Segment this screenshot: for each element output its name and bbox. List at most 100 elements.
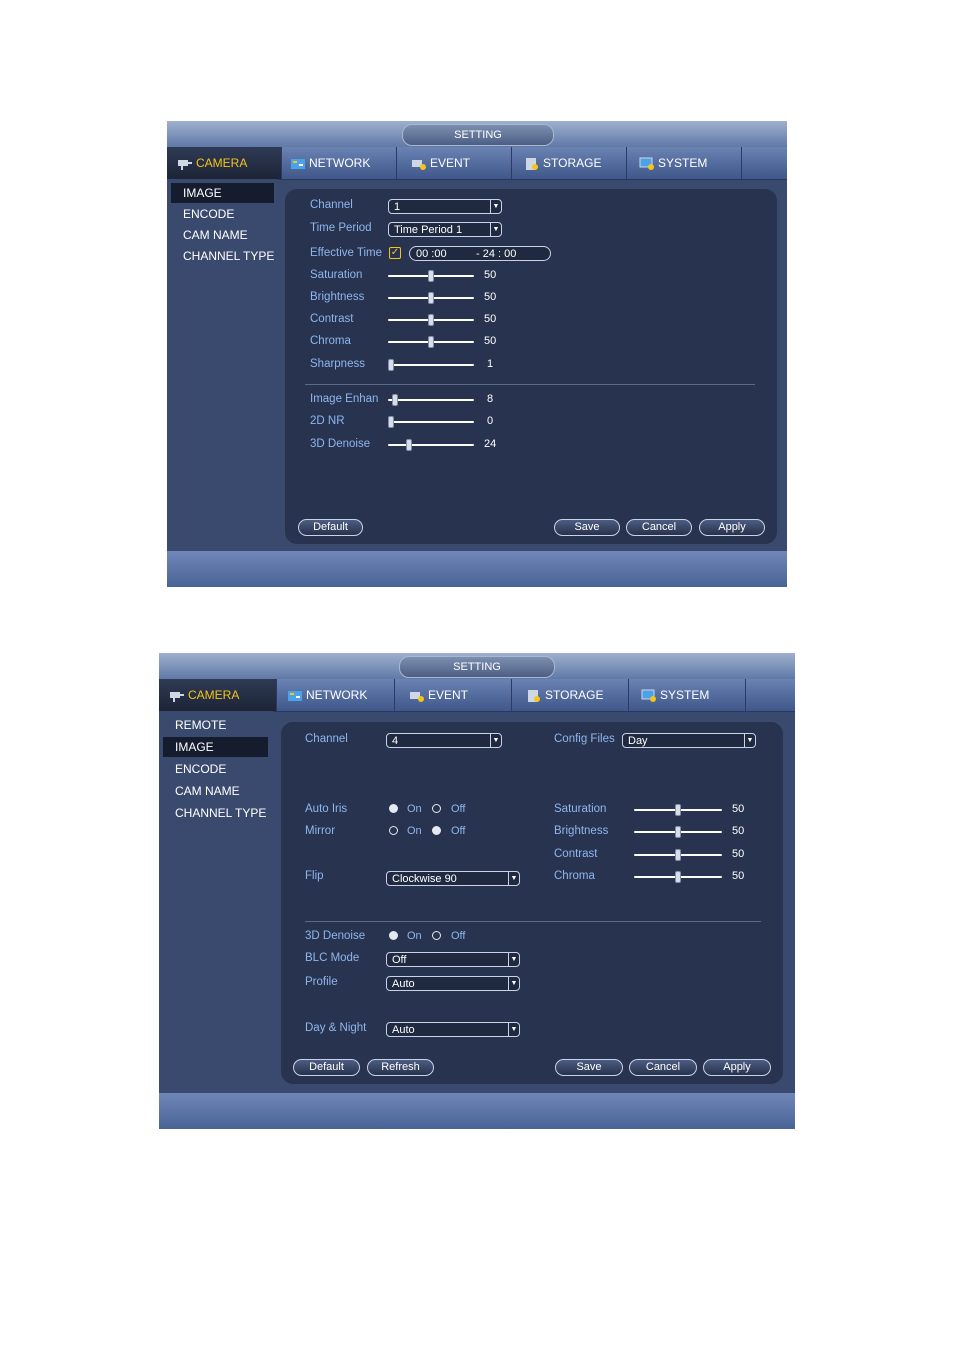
slider-value: 24 xyxy=(484,438,497,450)
time-start: 00 :00 xyxy=(416,248,447,260)
slider-saturation[interactable] xyxy=(634,804,722,816)
auto-iris-on-radio[interactable] xyxy=(389,804,398,813)
refresh-button[interactable]: Refresh xyxy=(367,1059,434,1076)
sidebar-item-encode[interactable]: ENCODE xyxy=(163,759,268,779)
channel-select[interactable]: 1 ▼ xyxy=(388,199,502,214)
slider-value: 50 xyxy=(484,335,497,347)
slider-image-enhan[interactable] xyxy=(388,394,474,406)
slider-thumb[interactable] xyxy=(405,439,412,451)
tab-network[interactable]: NETWORK xyxy=(282,147,397,179)
slider-thumb[interactable] xyxy=(428,336,434,348)
mirror-off-radio[interactable] xyxy=(432,826,441,835)
network-icon xyxy=(291,158,305,169)
config-files-select[interactable]: Day ▼ xyxy=(622,733,756,748)
slider-3d-denoise[interactable] xyxy=(388,439,474,451)
divider xyxy=(305,921,761,922)
tab-storage[interactable]: STORAGE xyxy=(512,679,629,711)
tab-network[interactable]: NETWORK xyxy=(277,679,395,711)
day-night-label: Day & Night xyxy=(305,1022,367,1034)
blc-mode-select[interactable]: Off ▼ xyxy=(386,952,520,967)
sidebar-item-cam-name[interactable]: CAM NAME xyxy=(163,781,268,801)
auto-iris-off-label: Off xyxy=(451,803,466,815)
tab-system[interactable]: SYSTEM xyxy=(627,147,742,179)
slider-thumb[interactable] xyxy=(428,270,434,282)
tab-event[interactable]: EVENT xyxy=(395,679,512,711)
tab-storage[interactable]: STORAGE xyxy=(512,147,627,179)
slider-thumb[interactable] xyxy=(675,826,681,838)
slider-2d-nr[interactable] xyxy=(388,416,474,428)
slider-saturation[interactable] xyxy=(388,270,474,282)
sidebar-item-image[interactable]: IMAGE xyxy=(171,183,274,203)
sidebar-item-encode[interactable]: ENCODE xyxy=(171,204,274,224)
slider-thumb[interactable] xyxy=(428,314,434,326)
slider-chroma[interactable] xyxy=(634,871,722,883)
image-settings-panel: Channel 1 ▼ Time Period Time Period 1 ▼ Ef… xyxy=(285,189,777,544)
3d-denoise-on-radio[interactable] xyxy=(389,931,398,940)
slider-label: Image Enhan xyxy=(310,393,379,405)
flip-select[interactable]: Clockwise 90 ▼ xyxy=(386,871,520,886)
save-button[interactable]: Save xyxy=(555,1059,623,1076)
cancel-button[interactable]: Cancel xyxy=(626,519,692,536)
camera-icon xyxy=(178,159,192,170)
slider-contrast[interactable] xyxy=(634,849,722,861)
chevron-down-icon: ▼ xyxy=(508,1023,519,1036)
cancel-button[interactable]: Cancel xyxy=(629,1059,697,1076)
slider-thumb[interactable] xyxy=(675,849,681,861)
slider-thumb[interactable] xyxy=(391,394,398,406)
chevron-down-icon: ▼ xyxy=(744,734,755,747)
slider-value: 8 xyxy=(487,393,494,405)
mirror-off-label: Off xyxy=(451,825,466,837)
slider-thumb[interactable] xyxy=(428,292,434,304)
tab-label: EVENT xyxy=(428,688,469,702)
tab-system[interactable]: SYSTEM xyxy=(629,679,746,711)
slider-contrast[interactable] xyxy=(388,314,474,326)
slider-value: 50 xyxy=(732,848,745,860)
slider-thumb[interactable] xyxy=(675,804,681,816)
apply-button[interactable]: Apply xyxy=(703,1059,771,1076)
mirror-on-radio[interactable] xyxy=(389,826,398,835)
sidebar-item-cam-name[interactable]: CAM NAME xyxy=(171,225,274,245)
slider-brightness[interactable] xyxy=(388,292,474,304)
tab-camera[interactable]: CAMERA xyxy=(167,147,282,179)
channel-label: Channel xyxy=(305,733,348,745)
sidebar-item-channel-type[interactable]: CHANNEL TYPE xyxy=(163,803,273,823)
auto-iris-off-radio[interactable] xyxy=(432,804,441,813)
tab-camera[interactable]: CAMERA xyxy=(159,679,277,711)
tab-label: STORAGE xyxy=(543,156,602,170)
channel-label: Channel xyxy=(310,199,353,211)
slider-label: Chroma xyxy=(554,870,595,882)
sidebar-item-image[interactable]: IMAGE xyxy=(163,737,268,757)
chevron-down-icon: ▼ xyxy=(508,953,519,966)
channel-select[interactable]: 4 ▼ xyxy=(386,733,502,748)
slider-label: Chroma xyxy=(310,335,351,347)
default-button[interactable]: Default xyxy=(293,1059,360,1076)
slider-label: Contrast xyxy=(310,313,354,325)
slider-value: 50 xyxy=(732,803,745,815)
slider-thumb[interactable] xyxy=(675,871,681,883)
slider-label: Saturation xyxy=(554,803,607,815)
default-button[interactable]: Default xyxy=(298,519,363,536)
tab-event[interactable]: EVENT xyxy=(397,147,512,179)
slider-label: Brightness xyxy=(310,291,365,303)
effective-time-checkbox[interactable]: ✓ xyxy=(389,247,401,259)
title-bar: SETTING xyxy=(167,121,787,147)
slider-thumb[interactable] xyxy=(388,359,394,371)
3d-denoise-off-radio[interactable] xyxy=(432,931,441,940)
time-period-select[interactable]: Time Period 1 ▼ xyxy=(388,222,502,237)
day-night-select[interactable]: Auto ▼ xyxy=(386,1022,520,1037)
save-button[interactable]: Save xyxy=(554,519,620,536)
sidebar-item-channel-type[interactable]: CHANNEL TYPE xyxy=(171,246,281,266)
effective-time-range[interactable]: 00 :00 - 24 : 00 xyxy=(409,246,551,261)
slider-value: 0 xyxy=(487,415,494,427)
slider-label: Saturation xyxy=(310,269,363,281)
tab-label: SYSTEM xyxy=(658,156,708,170)
slider-sharpness[interactable] xyxy=(388,359,474,371)
slider-thumb[interactable] xyxy=(388,416,394,428)
apply-button[interactable]: Apply xyxy=(699,519,765,536)
profile-select[interactable]: Auto ▼ xyxy=(386,976,520,991)
auto-iris-label: Auto Iris xyxy=(305,803,348,815)
slider-chroma[interactable] xyxy=(388,336,474,348)
slider-brightness[interactable] xyxy=(634,826,722,838)
sidebar-item-remote[interactable]: REMOTE xyxy=(163,715,268,735)
slider-value: 50 xyxy=(732,870,745,882)
